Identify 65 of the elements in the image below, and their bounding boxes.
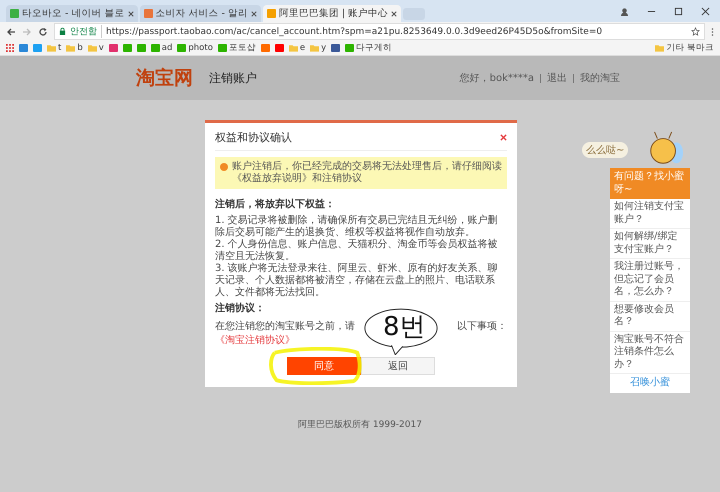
bookmark-folder[interactable]: v bbox=[88, 43, 104, 53]
agreement-text: 在您注销您的淘宝账号之前，请 bbox=[215, 321, 355, 334]
folder-icon bbox=[310, 44, 320, 52]
bookmark-folder[interactable]: t bbox=[47, 43, 62, 53]
close-icon[interactable] bbox=[128, 10, 134, 16]
agreement-text: 以下事项： bbox=[457, 321, 507, 334]
browser-tab[interactable]: 阿里巴巴集团 | 账户中心 bbox=[263, 5, 402, 22]
help-link[interactable]: 如何解绑/绑定支付宝账户？ bbox=[610, 229, 690, 259]
bookmark[interactable]: 다구게히 bbox=[345, 42, 392, 54]
close-icon[interactable] bbox=[500, 134, 507, 142]
bookmark[interactable]: ad bbox=[150, 43, 172, 53]
reload-icon[interactable] bbox=[38, 26, 48, 36]
help-call-link[interactable]: 召唤小蜜 bbox=[610, 374, 690, 392]
agreement-link[interactable]: 《淘宝注销协议》 bbox=[215, 335, 295, 348]
maximize-icon[interactable] bbox=[674, 6, 683, 16]
greeting-bubble: 么么哒~ bbox=[582, 142, 628, 158]
page-title: 注销账户 bbox=[209, 70, 257, 86]
back-button[interactable]: 返回 bbox=[361, 357, 435, 376]
bookmark[interactable]: 포토샵 bbox=[218, 42, 256, 54]
apps-icon[interactable] bbox=[6, 44, 14, 52]
warning-icon bbox=[220, 163, 228, 172]
greeting-text: 您好，bok****a bbox=[460, 72, 534, 85]
help-link[interactable]: 如何注销支付宝账户？ bbox=[610, 199, 690, 229]
header-link[interactable]: 我的淘宝 bbox=[580, 71, 620, 85]
copyright-text: 阿里巴巴版权所有 1999-2017 bbox=[297, 418, 423, 431]
bookmark-icon[interactable] bbox=[108, 44, 118, 52]
url-text: https://passport.taobao.com/ac/cancel_account.htm?spm=a21pu.8253649.0.0.3d9eed26P45D5o&fromSite=0 bbox=[106, 26, 604, 36]
close-icon[interactable] bbox=[251, 10, 257, 16]
help-title: 有问题？找小蜜呀~ bbox=[610, 168, 690, 199]
back-icon[interactable] bbox=[6, 26, 16, 36]
help-link[interactable]: 我注册过账号，但忘记了会员名，怎么办？ bbox=[610, 259, 690, 302]
security-label: 안전함 bbox=[70, 25, 102, 38]
bookmark[interactable]: photo bbox=[177, 43, 213, 53]
bookmark-folder[interactable]: e bbox=[288, 43, 306, 53]
bookmark-folder[interactable]: y bbox=[310, 43, 326, 53]
folder-icon bbox=[66, 44, 76, 52]
annotation-label: 8번 bbox=[383, 312, 426, 342]
bookmark-folder[interactable]: b bbox=[66, 43, 83, 53]
dialog-title: 权益和协议确认 bbox=[215, 131, 292, 144]
lock-icon bbox=[59, 27, 66, 36]
menu-icon[interactable] bbox=[711, 26, 714, 36]
section-heading: 注销后，将放弃以下权益： bbox=[215, 199, 336, 212]
bookmark-icon[interactable] bbox=[260, 44, 270, 52]
star-icon[interactable] bbox=[691, 27, 700, 36]
folder-icon bbox=[88, 44, 97, 52]
bookmark-icon[interactable] bbox=[331, 44, 340, 52]
help-link[interactable]: 淘宝账号不符合注销条件怎么办？ bbox=[610, 332, 690, 374]
browser-tab[interactable]: 타오바오 - 네이버 블로 bbox=[6, 5, 138, 22]
folder-icon bbox=[47, 44, 56, 52]
section-heading: 注销协议： bbox=[215, 303, 266, 316]
rights-item: 1. 交易记录将被删除，请确保所有交易已完结且无纠纷，账户删除后交易可能产生的退换货、维权等权益将视作自动放弃。 bbox=[215, 215, 499, 238]
browser-tab[interactable]: 소비자 서비스 - 알리 bbox=[140, 5, 261, 22]
address-bar[interactable]: 안전함 https://passport.taobao.com/ac/cancel_account.htm?spm=a21pu.8253649.0.0.3d9eed26P45D5o&fromSite=0 bbox=[54, 23, 705, 40]
rights-item: 3. 该账户将无法登录来往、阿里云、虾米、原有的好友关系、聊天记录、个人数据都将被清空，存储在云盘上的照片、电话联系人、文件都将无法找回。 bbox=[215, 263, 499, 300]
bookmark-folder[interactable]: 기타 북마크 bbox=[655, 42, 714, 54]
folder-icon bbox=[655, 44, 664, 52]
bookmark-icon[interactable] bbox=[274, 44, 284, 52]
close-icon[interactable] bbox=[391, 10, 398, 16]
rights-item: 2. 个人身份信息、账户信息、天猫积分、淘金币等会员权益将被清空且无法恢复。 bbox=[215, 239, 499, 262]
folder-icon bbox=[288, 44, 298, 52]
help-link[interactable]: 想要修改会员名？ bbox=[610, 302, 690, 332]
notice-text: 账户注销后，你已经完成的交易将无法处理售后，请仔细阅读《权益放弃说明》和注销协议 bbox=[232, 161, 502, 186]
header-link[interactable]: 退出 bbox=[547, 71, 567, 85]
profile-icon[interactable] bbox=[620, 6, 629, 16]
close-icon[interactable] bbox=[701, 6, 710, 16]
